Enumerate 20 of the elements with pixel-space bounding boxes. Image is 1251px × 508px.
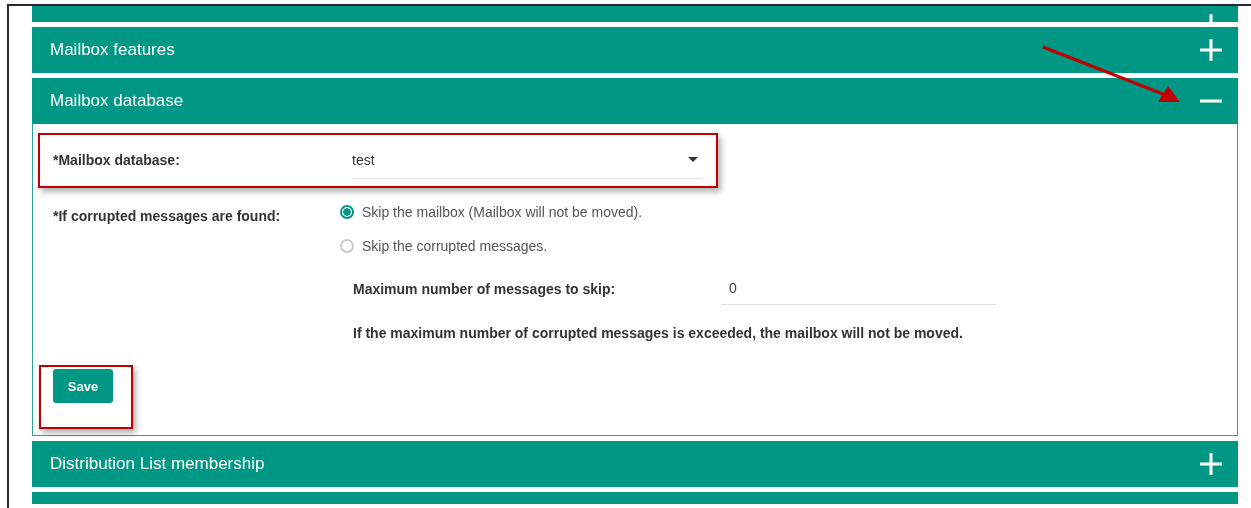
radio-button[interactable] [340,239,354,253]
radio-button[interactable] [340,205,354,219]
plus-icon[interactable] [1200,39,1222,61]
radio-option[interactable]: Skip the mailbox (Mailbox will not be moved). [340,204,643,220]
field-label: *Mailbox database: [53,152,181,168]
caret-icon [688,157,698,162]
number-field[interactable]: 0 [721,272,996,305]
panel-header[interactable]: Mailbox database [32,78,1238,124]
panel-title: Distribution List membership [50,454,265,474]
warning-text: If the maximum number of corrupted messages is exceeded, the mailbox will not be moved. [353,325,964,341]
field-label: *If corrupted messages are found: [53,207,282,226]
plus-icon[interactable] [1200,453,1222,475]
radio-option[interactable]: Skip the corrupted messages. [340,238,643,254]
panel-header[interactable]: Mailbox features [32,27,1238,73]
panel-title: Mailbox database [50,91,184,111]
panel-header[interactable]: Distribution List membership [32,441,1238,487]
panel-title: Mailbox features [50,40,175,60]
save-button[interactable]: Save [53,369,113,403]
field-label: Maximum number of messages to skip: [353,280,617,297]
dropdown-field[interactable]: test [352,141,702,179]
